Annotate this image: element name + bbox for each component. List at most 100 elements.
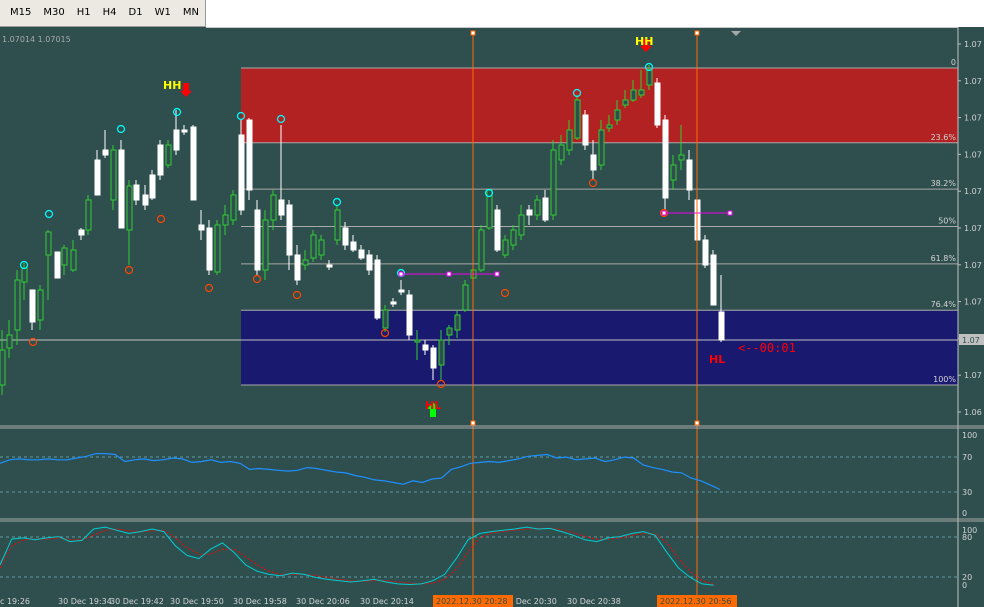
price-tick-4: 1.07 <box>964 187 982 196</box>
candle-42 <box>334 205 341 245</box>
candle-63 <box>502 235 509 258</box>
timeframe-toolbar: M15 M30 H1 H4 D1 W1 MN <box>0 0 206 27</box>
pivot-19 <box>500 288 510 298</box>
candle-31 <box>246 118 253 200</box>
pivot-1 <box>44 209 54 219</box>
fib-label-4: 61.8% <box>931 254 957 263</box>
candle-32 <box>254 200 261 275</box>
price-tick-7: 1.07 <box>964 298 982 307</box>
candle-23 <box>181 125 188 135</box>
candle-62 <box>494 205 501 252</box>
rsi-panel: 100 70 30 0 <box>0 431 977 518</box>
fib-label-1: 23.6% <box>931 133 957 142</box>
price-tick-1: 1.07 <box>964 77 982 86</box>
toolbar-empty-area <box>206 0 984 28</box>
candle-83 <box>662 115 669 210</box>
hl-marker-latest: HL <box>709 353 725 366</box>
chart-canvas[interactable]: 0 23.6% 38.2% 50% 61.8% 76.4% 100% 1.07 1.07 1.0… <box>0 27 984 607</box>
candle-47 <box>374 255 381 320</box>
candle-49 <box>390 298 397 307</box>
timeframe-w1-button[interactable]: W1 <box>149 2 177 24</box>
candle-44 <box>350 235 357 252</box>
candle-8 <box>61 245 68 275</box>
candle-18 <box>142 185 149 210</box>
time-axis: c 19:26 30 Dec 19:34 30 Dec 19:42 30 Dec… <box>0 595 737 607</box>
candle-64 <box>510 225 517 250</box>
candle-20 <box>157 140 164 180</box>
timeframe-m30-button[interactable]: M30 <box>37 2 70 24</box>
pivot-14 <box>204 283 214 293</box>
candle-73 <box>582 110 589 150</box>
time-label-0: c 19:26 <box>0 597 30 606</box>
time-label-4: 30 Dec 19:58 <box>233 597 287 606</box>
candle-26 <box>206 220 213 275</box>
candle-48 <box>382 305 389 332</box>
magenta-levels <box>398 210 733 277</box>
fib-label-3: 50% <box>938 217 956 226</box>
candle-69 <box>550 140 557 220</box>
current-price-label: 1.07 <box>962 336 980 345</box>
price-tick-0: 1.07 <box>964 40 982 49</box>
timeframe-m15-button[interactable]: M15 <box>4 2 37 24</box>
candle-40 <box>318 235 325 260</box>
price-tick-6: 1.07 <box>964 261 982 270</box>
candle-21 <box>165 140 172 168</box>
candle-17 <box>133 180 140 205</box>
stoch-tick-80: 80 <box>962 533 972 542</box>
timeframe-h4-button[interactable]: H4 <box>97 2 123 24</box>
price-tick-2: 1.07 <box>964 114 982 123</box>
rsi-tick-70: 70 <box>962 453 972 462</box>
candle-50 <box>398 280 405 295</box>
candle-13 <box>102 130 109 158</box>
demand-zone <box>241 310 958 385</box>
candle-51 <box>406 290 413 340</box>
hh-marker-2: HH <box>635 35 653 52</box>
candle-1 <box>6 320 13 358</box>
time-label-2: 30 Dec 19:42 <box>110 597 164 606</box>
candle-timer: <--00:01 <box>738 341 796 355</box>
time-label-8: 30 Dec 20:38 <box>567 597 621 606</box>
candle-38 <box>302 250 309 270</box>
candle-65 <box>518 205 525 240</box>
candle-82 <box>654 78 661 128</box>
candle-2 <box>14 270 21 345</box>
candle-5 <box>37 285 44 330</box>
candle-28 <box>222 205 229 235</box>
stochastic-main-line <box>0 526 714 586</box>
svg-text:HH: HH <box>635 35 653 48</box>
candle-46 <box>366 250 373 275</box>
pivot-20 <box>588 178 598 188</box>
candle-39 <box>310 230 317 262</box>
ohlc-label: 1.07014 1.07015 <box>2 35 71 44</box>
rsi-line <box>0 453 721 491</box>
time-highlight-1: 2022.12.30 20:28 <box>436 597 507 606</box>
candle-4 <box>29 289 36 330</box>
pivot-6 <box>332 197 342 207</box>
candle-36 <box>286 200 293 270</box>
timeframe-h1-button[interactable]: H1 <box>71 2 97 24</box>
candle-34 <box>270 190 277 230</box>
timeframe-mn-button[interactable]: MN <box>177 2 205 24</box>
svg-text:HL: HL <box>425 399 441 412</box>
candle-19 <box>149 170 156 200</box>
time-highlight-2: 2022.12.30 20:56 <box>660 597 731 606</box>
candle-7 <box>54 251 61 279</box>
candle-16 <box>126 180 133 265</box>
fib-label-6: 100% <box>933 375 956 384</box>
pivot-13 <box>156 214 166 224</box>
candle-29 <box>230 190 237 225</box>
candle-9 <box>70 240 77 272</box>
price-tick-9: 1.07 <box>964 371 982 380</box>
time-label-6: 30 Dec 20:14 <box>360 597 414 606</box>
pivot-3 <box>172 107 182 117</box>
candle-68 <box>542 190 549 222</box>
time-label-3: 30 Dec 19:50 <box>170 597 224 606</box>
pivot-12 <box>124 265 134 275</box>
timeframe-d1-button[interactable]: D1 <box>123 2 149 24</box>
candle-33 <box>262 210 269 280</box>
candle-84 <box>670 155 677 190</box>
candle-89 <box>710 250 717 306</box>
rsi-tick-30: 30 <box>962 488 972 497</box>
stochastic-panel: 100 80 20 0 <box>0 526 977 590</box>
chart-shift-marker[interactable] <box>731 31 741 36</box>
